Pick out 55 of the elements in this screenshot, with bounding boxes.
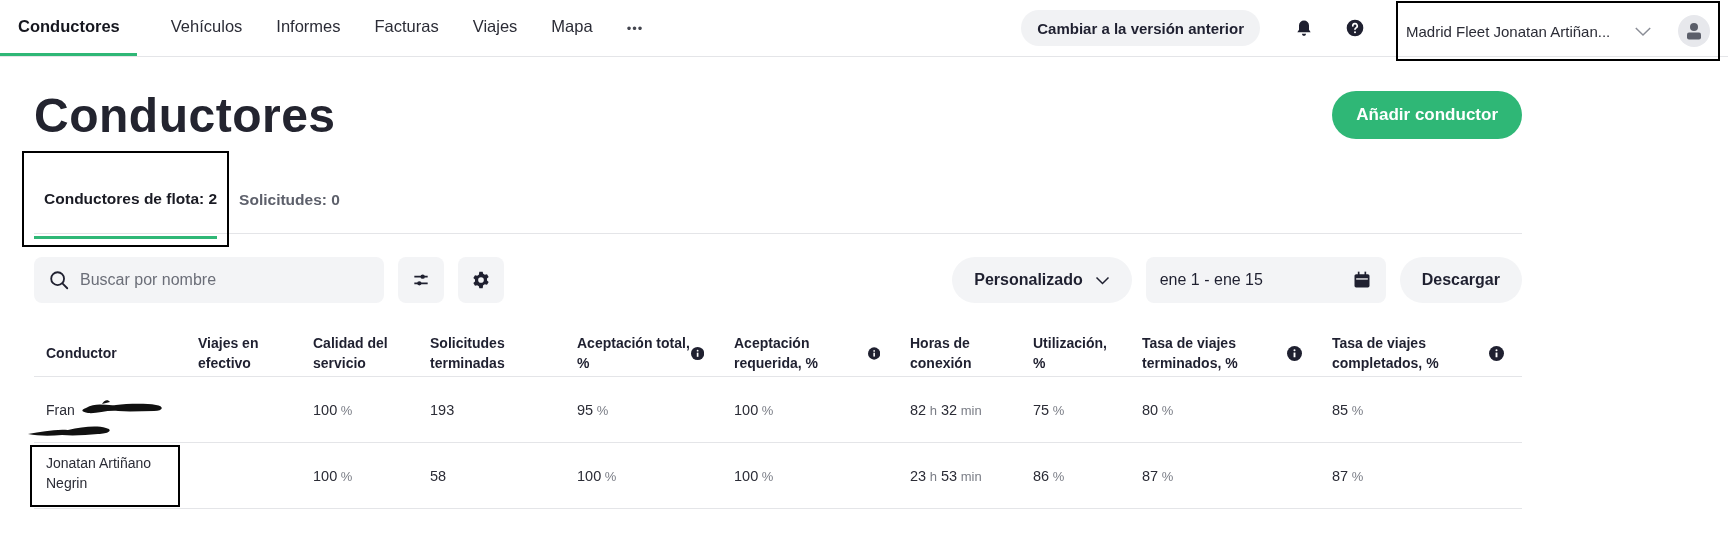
column-header: Calidad del servicio (313, 334, 389, 373)
column-header: Utilización, % (1033, 334, 1108, 373)
column-header: Conductor (46, 344, 117, 363)
table-cell: 193 (430, 401, 455, 418)
table-cell: 86 % (1033, 467, 1065, 484)
column-header: Horas de conexión (910, 334, 973, 373)
table-cell: 85 % (1332, 401, 1364, 418)
account-name: Madrid Fleet Jonatan Artiñan... (1406, 22, 1612, 40)
account-menu[interactable]: Madrid Fleet Jonatan Artiñan... (1396, 1, 1720, 61)
table-cell: 100 % (313, 401, 353, 418)
table-cell: 75 % (1033, 401, 1065, 418)
nav-tab[interactable]: Viajes (472, 0, 518, 56)
switch-version-button[interactable]: Cambiar a la versión anterior (1021, 10, 1260, 46)
column-header: Solicitudes terminadas (430, 334, 506, 373)
date-range-field[interactable]: ene 1 - ene 15 (1145, 257, 1386, 303)
column-header: Viajes en efectivo (198, 334, 260, 373)
chevron-down-icon (1634, 25, 1652, 37)
settings-button[interactable] (458, 257, 504, 303)
avatar-icon[interactable] (1678, 15, 1710, 47)
driver-name: Fran (46, 400, 75, 420)
nav-tab[interactable]: Conductores (0, 0, 137, 56)
table-cell: 87 % (1142, 467, 1174, 484)
settings-icon (471, 270, 491, 290)
info-icon[interactable] (690, 345, 704, 361)
filter-button[interactable] (398, 257, 444, 303)
info-icon[interactable] (867, 345, 880, 361)
nav-tab[interactable]: Vehículos (170, 0, 243, 56)
help-icon[interactable] (1345, 18, 1365, 38)
download-button[interactable]: Descargar (1399, 257, 1522, 303)
info-icon[interactable] (1287, 345, 1302, 361)
table-cell: 100 % (313, 467, 353, 484)
driver-name: Jonatan Artiñano Negrin (32, 446, 178, 505)
table-cell: 100 % (734, 467, 774, 484)
nav-tab[interactable]: Facturas (374, 0, 439, 56)
table-cell: 23 h 53 min (910, 467, 982, 484)
table-cell: 100 % (734, 401, 774, 418)
page-title: Conductores (34, 87, 336, 143)
column-header: Aceptación total, % (577, 334, 691, 373)
search-field[interactable]: Buscar por nombre (34, 257, 384, 303)
tab[interactable]: Solicitudes: 0 (227, 169, 352, 234)
column-header: Aceptación requerida, % (734, 334, 820, 373)
period-dropdown[interactable]: Personalizado (952, 257, 1132, 303)
column-header: Tasa de viajes terminados, % (1142, 334, 1239, 373)
info-icon[interactable] (1489, 345, 1504, 361)
table-cell: 100 % (577, 467, 617, 484)
nav-tab[interactable]: Mapa (551, 0, 593, 56)
table-cell: 95 % (577, 401, 609, 418)
table-cell: 87 % (1332, 467, 1364, 484)
more-button[interactable]: ••• (626, 0, 644, 56)
chevron-down-icon (1094, 275, 1110, 285)
table-cell: 82 h 32 min (910, 401, 982, 418)
column-header: Tasa de viajes completados, % (1332, 334, 1440, 373)
table-cell: 58 (430, 467, 447, 484)
nav-tab[interactable]: Informes (276, 0, 341, 56)
table-cell: 80 % (1142, 401, 1174, 418)
